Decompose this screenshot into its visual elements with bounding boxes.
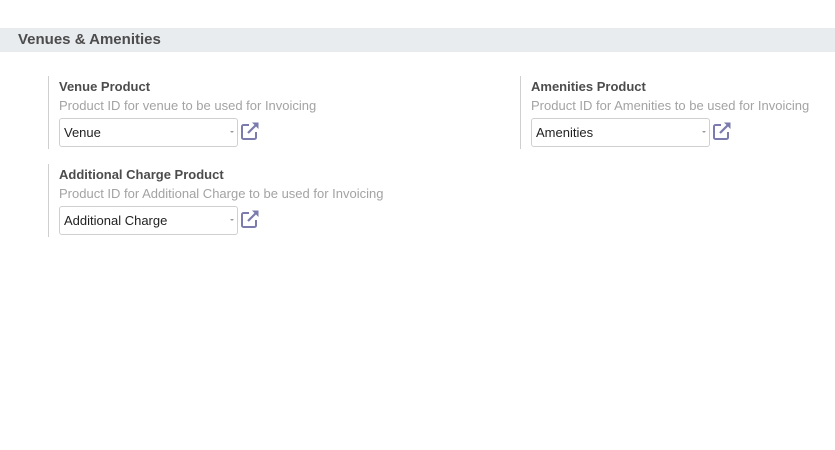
additional-charge-product-external-link-icon[interactable] bbox=[240, 209, 260, 229]
setting-venue-product: Venue Product Product ID for venue to be… bbox=[48, 76, 316, 149]
amenities-product-external-link-icon[interactable] bbox=[712, 121, 732, 141]
additional-charge-product-value: Additional Charge bbox=[64, 213, 168, 228]
setting-help-text: Product ID for Amenities to be used for … bbox=[531, 98, 810, 113]
field-row: Additional Charge bbox=[59, 206, 383, 235]
settings-page: Venues & Amenities Venue Product Product… bbox=[0, 0, 835, 450]
setting-help-text: Product ID for Additional Charge to be u… bbox=[59, 186, 384, 201]
section-header: Venues & Amenities bbox=[0, 28, 835, 52]
venue-product-external-link-icon[interactable] bbox=[240, 121, 260, 141]
field-row: Venue bbox=[59, 118, 316, 147]
amenities-product-select[interactable]: Amenities bbox=[531, 118, 710, 147]
caret-down-icon bbox=[230, 219, 234, 221]
section-title: Venues & Amenities bbox=[18, 31, 161, 48]
caret-down-icon bbox=[702, 131, 706, 133]
caret-down-icon bbox=[230, 131, 234, 133]
setting-help-text: Product ID for venue to be used for Invo… bbox=[59, 98, 317, 113]
setting-additional-charge-product: Additional Charge Product Product ID for… bbox=[48, 164, 383, 237]
amenities-product-value: Amenities bbox=[536, 125, 594, 140]
additional-charge-product-select[interactable]: Additional Charge bbox=[59, 206, 238, 235]
setting-amenities-product: Amenities Product Product ID for Ameniti… bbox=[520, 76, 809, 149]
venue-product-select[interactable]: Venue bbox=[59, 118, 238, 147]
venue-product-value: Venue bbox=[64, 125, 101, 140]
setting-title: Venue Product bbox=[59, 79, 151, 94]
setting-title: Additional Charge Product bbox=[59, 167, 224, 182]
setting-title: Amenities Product bbox=[531, 79, 646, 94]
field-row: Amenities bbox=[531, 118, 809, 147]
